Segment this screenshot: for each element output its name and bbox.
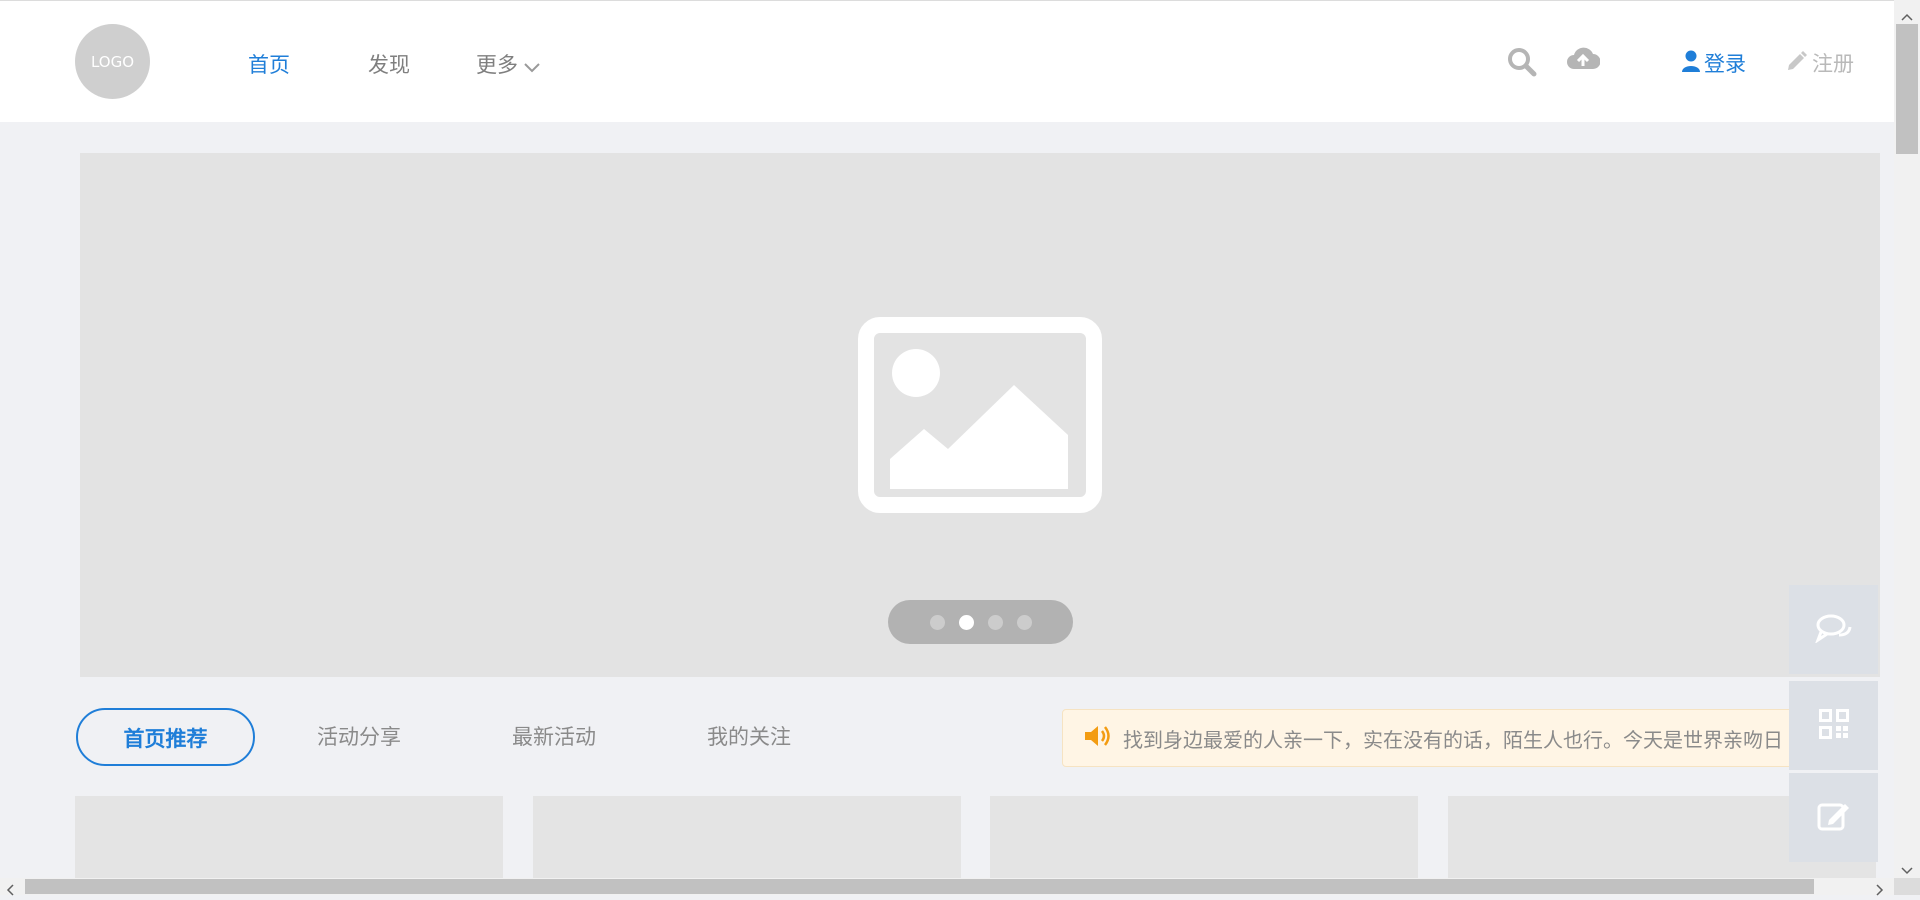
vertical-scrollbar[interactable] <box>1894 0 1920 878</box>
chat-button[interactable] <box>1789 585 1878 674</box>
vertical-scroll-thumb[interactable] <box>1896 24 1918 154</box>
login-label: 登录 <box>1704 52 1746 76</box>
carousel-dot[interactable] <box>1016 614 1032 630</box>
image-placeholder-icon <box>858 317 1102 517</box>
banner-carousel[interactable] <box>80 153 1880 677</box>
nav-home[interactable]: 首页 <box>248 49 290 79</box>
carousel-dots <box>888 600 1073 644</box>
tab-my-follow[interactable]: 我的关注 <box>707 708 791 766</box>
chat-icon <box>1814 613 1853 647</box>
carousel-dot-active[interactable] <box>958 614 974 630</box>
carousel-dot[interactable] <box>929 614 945 630</box>
notice-bar: 找到身边最爱的人亲一下，实在没有的话，陌生人也行。今天是世界亲吻日 <box>1062 709 1800 767</box>
horizontal-scroll-thumb[interactable] <box>25 879 1814 894</box>
carousel-dot[interactable] <box>987 614 1003 630</box>
speaker-icon <box>1083 724 1111 753</box>
tab-activity-share[interactable]: 活动分享 <box>317 708 401 766</box>
user-icon <box>1682 50 1700 77</box>
edit-icon <box>1817 801 1851 835</box>
register-link[interactable]: 注册 <box>1786 48 1854 78</box>
tab-latest-activity[interactable]: 最新活动 <box>512 708 596 766</box>
nav-discover[interactable]: 发现 <box>368 49 410 79</box>
logo[interactable]: LOGO <box>75 24 150 99</box>
nav-more[interactable]: 更多 <box>476 49 540 79</box>
notice-text: 找到身边最爱的人亲一下，实在没有的话，陌生人也行。今天是世界亲吻日 <box>1123 727 1783 752</box>
horizontal-scrollbar[interactable] <box>0 878 1894 896</box>
qrcode-button[interactable] <box>1789 681 1878 770</box>
search-icon[interactable] <box>1507 47 1537 81</box>
nav-more-label: 更多 <box>476 53 518 77</box>
scroll-up-icon[interactable] <box>1901 6 1913 25</box>
scroll-right-icon[interactable] <box>1876 881 1884 900</box>
chevron-down-icon <box>524 54 540 78</box>
header: LOGO 首页 发现 更多 登录 注册 <box>0 0 1894 122</box>
scroll-left-icon[interactable] <box>6 881 14 900</box>
qrcode-icon <box>1818 708 1849 743</box>
scroll-down-icon[interactable] <box>1901 860 1913 879</box>
cloud-upload-icon[interactable] <box>1566 45 1601 77</box>
pencil-icon <box>1786 50 1808 77</box>
register-label: 注册 <box>1812 52 1854 76</box>
scrollbar-corner <box>1894 878 1920 895</box>
login-link[interactable]: 登录 <box>1682 48 1746 78</box>
edit-button[interactable] <box>1789 773 1878 862</box>
tab-home-recommend[interactable]: 首页推荐 <box>76 708 255 766</box>
